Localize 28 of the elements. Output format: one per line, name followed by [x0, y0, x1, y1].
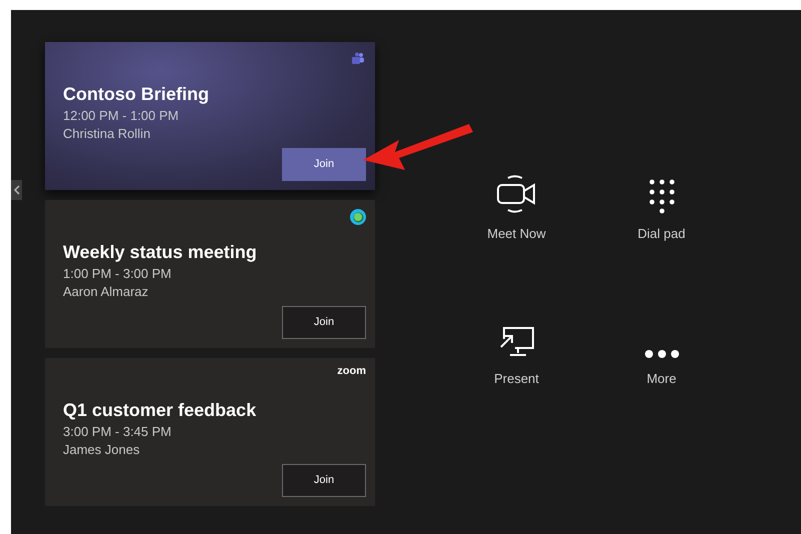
- action-button[interactable]: Meet Now: [444, 170, 589, 250]
- more-icon: [644, 349, 680, 359]
- meeting-card[interactable]: zoom Q1 customer feedback 3:00 PM - 3:45 PM James Jones Join: [45, 358, 375, 506]
- meeting-title: Contoso Briefing: [63, 83, 210, 106]
- meeting-organizer: James Jones: [63, 441, 141, 459]
- meeting-title: Weekly status meeting: [63, 241, 258, 264]
- action-button[interactable]: More: [589, 315, 734, 395]
- zoom-logo: zoom: [337, 364, 366, 379]
- action-button[interactable]: Present: [444, 315, 589, 395]
- join-button[interactable]: Join: [282, 306, 366, 339]
- people-logo-icon: [351, 52, 365, 65]
- meeting-time: 12:00 PM - 1:00 PM: [63, 107, 180, 125]
- meeting-organizer: Aaron Almaraz: [63, 283, 150, 301]
- join-button[interactable]: Join: [282, 148, 366, 181]
- dial-pad-icon: [648, 178, 676, 214]
- collapse-tab[interactable]: [11, 180, 22, 200]
- action-button[interactable]: Dial pad: [589, 170, 734, 250]
- screen-share-icon: [498, 325, 536, 359]
- video-camera-icon: [496, 174, 538, 214]
- meeting-card[interactable]: Weekly status meeting 1:00 PM - 3:00 PM Aaron Almaraz Join: [45, 200, 375, 348]
- join-button[interactable]: Join: [282, 464, 366, 497]
- chevron-left-icon: [14, 185, 20, 195]
- meeting-time: 3:00 PM - 3:45 PM: [63, 423, 172, 441]
- meeting-title: Q1 customer feedback: [63, 399, 258, 422]
- meeting-card[interactable]: Contoso Briefing 12:00 PM - 1:00 PM Christina Rollin Join: [45, 42, 375, 190]
- meeting-time: 1:00 PM - 3:00 PM: [63, 265, 172, 283]
- meeting-organizer: Christina Rollin: [63, 125, 152, 143]
- sphere-logo-icon: [350, 209, 366, 225]
